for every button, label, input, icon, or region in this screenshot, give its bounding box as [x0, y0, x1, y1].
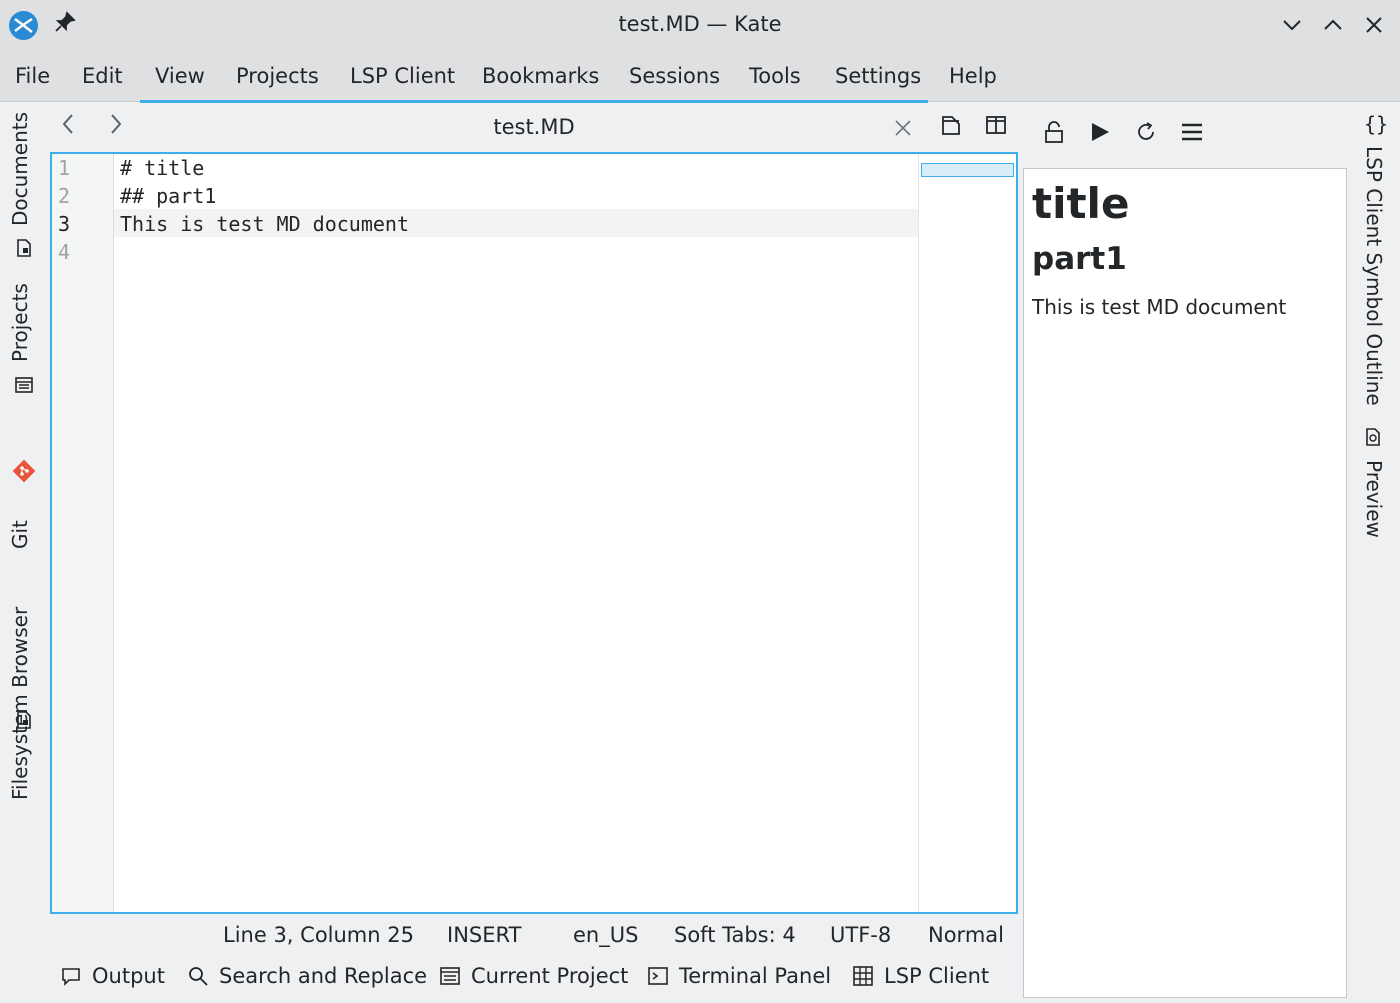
- status-input-mode[interactable]: INSERT: [447, 923, 521, 947]
- line-number-gutter: 1 2 3 4: [52, 154, 114, 912]
- filesystem-icon: [17, 711, 31, 729]
- minimap-viewport[interactable]: [921, 163, 1014, 177]
- menu-lsp-client[interactable]: LSP Client: [350, 64, 455, 88]
- menu-view[interactable]: View: [155, 64, 205, 88]
- code-line[interactable]: This is test MD document: [120, 212, 409, 236]
- tab-test-md[interactable]: test.MD: [140, 100, 928, 152]
- preview-icon: [1366, 428, 1380, 446]
- tab-label: test.MD: [493, 115, 575, 139]
- sidebar-tab-preview[interactable]: Preview: [1362, 460, 1386, 538]
- menu-edit[interactable]: Edit: [82, 64, 123, 88]
- reload-icon[interactable]: [1134, 120, 1158, 144]
- documents-icon: [17, 239, 31, 257]
- project-icon: [440, 967, 460, 985]
- new-tab-icon[interactable]: [940, 114, 962, 136]
- left-sidebar: Documents Projects Git Filesystem Browse…: [0, 102, 46, 1003]
- code-line[interactable]: # title: [120, 156, 204, 180]
- menu-sessions[interactable]: Sessions: [629, 64, 720, 88]
- preview-heading-2: part1: [1032, 241, 1127, 277]
- status-encoding[interactable]: UTF-8: [830, 923, 891, 947]
- menu-projects[interactable]: Projects: [236, 64, 319, 88]
- sidebar-tab-lsp-symbol-outline[interactable]: LSP Client Symbol Outline: [1362, 146, 1386, 406]
- title-bar: test.MD — Kate: [0, 0, 1400, 52]
- back-arrow-icon[interactable]: [60, 112, 76, 142]
- search-icon: [189, 967, 208, 986]
- menu-bar: File Edit View Projects LSP Client Bookm…: [0, 52, 1400, 102]
- close-window-button[interactable]: [1359, 10, 1389, 40]
- forward-arrow-icon[interactable]: [108, 112, 124, 142]
- sidebar-tab-documents[interactable]: Documents: [8, 112, 32, 226]
- window-title: test.MD — Kate: [618, 12, 782, 36]
- preview-heading-1: title: [1032, 179, 1130, 228]
- git-icon: [12, 459, 36, 483]
- lock-icon[interactable]: [1042, 120, 1066, 144]
- menu-bookmarks[interactable]: Bookmarks: [482, 64, 599, 88]
- menu-settings[interactable]: Settings: [835, 64, 921, 88]
- bottom-tab-label: Current Project: [471, 964, 629, 988]
- menu-file[interactable]: File: [15, 64, 50, 88]
- editor-view[interactable]: 1 2 3 4 # title ## part1 This is test MD…: [50, 152, 1018, 914]
- hamburger-menu-icon[interactable]: [1180, 120, 1204, 144]
- minimap[interactable]: [918, 154, 1016, 912]
- split-view-icon[interactable]: [985, 114, 1007, 136]
- terminal-icon: [648, 967, 668, 985]
- sidebar-tab-projects[interactable]: Projects: [8, 283, 32, 362]
- minimize-button[interactable]: [1277, 10, 1307, 40]
- symbol-outline-icon: {}: [1364, 112, 1389, 136]
- menu-tools[interactable]: Tools: [749, 64, 801, 88]
- line-number: 2: [58, 184, 71, 208]
- line-number: 1: [58, 156, 71, 180]
- status-indentation[interactable]: Soft Tabs: 4: [674, 923, 796, 947]
- menu-help[interactable]: Help: [949, 64, 997, 88]
- status-highlight-mode[interactable]: Normal: [928, 923, 1004, 947]
- lsp-client-icon: [853, 966, 873, 986]
- play-icon[interactable]: [1088, 120, 1112, 144]
- sidebar-tab-git[interactable]: Git: [8, 520, 32, 549]
- line-number-current: 3: [58, 212, 71, 236]
- bottom-tab-label: Terminal Panel: [679, 964, 832, 988]
- preview-paragraph: This is test MD document: [1032, 295, 1287, 319]
- bottom-tab-current-project[interactable]: Current Project: [439, 964, 628, 988]
- bottom-tab-label: LSP Client: [884, 964, 990, 988]
- projects-icon: [15, 377, 33, 393]
- markdown-preview: title part1 This is test MD document: [1023, 168, 1347, 998]
- output-icon: [62, 968, 80, 986]
- status-cursor-position[interactable]: Line 3, Column 25: [223, 923, 414, 947]
- bottom-tab-terminal[interactable]: Terminal Panel: [647, 964, 831, 988]
- maximize-button[interactable]: [1318, 10, 1348, 40]
- status-dictionary[interactable]: en_US: [573, 923, 638, 947]
- bottom-tab-output[interactable]: Output: [60, 964, 165, 988]
- code-line[interactable]: ## part1: [120, 184, 216, 208]
- bottom-tab-search-replace[interactable]: Search and Replace: [187, 964, 427, 988]
- close-tab-icon[interactable]: [894, 111, 912, 143]
- bottom-tab-lsp-client[interactable]: LSP Client: [852, 964, 989, 988]
- bottom-tab-label: Search and Replace: [219, 964, 428, 988]
- bottom-tab-label: Output: [92, 964, 165, 988]
- sidebar-tab-filesystem-browser[interactable]: Filesystem Browser: [8, 607, 32, 800]
- right-sidebar: {} LSP Client Symbol Outline Preview: [1350, 102, 1400, 1003]
- line-number: 4: [58, 240, 71, 264]
